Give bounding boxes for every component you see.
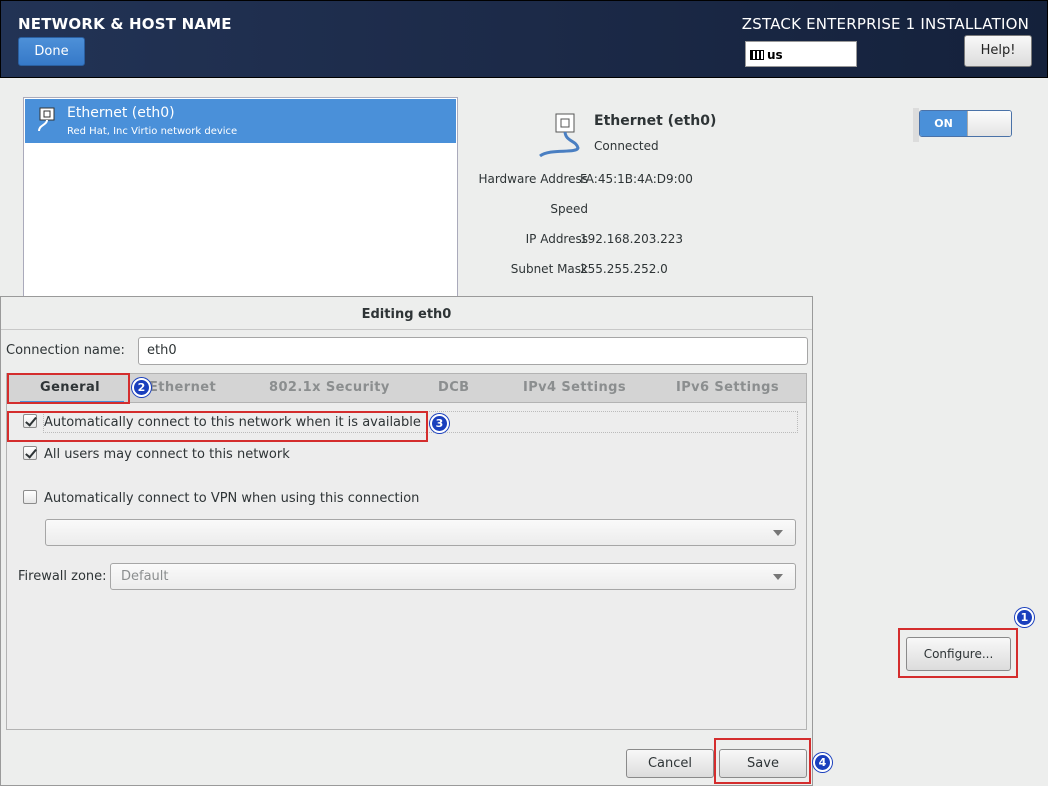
ethernet-icon (539, 113, 580, 158)
highlight-box-save (714, 738, 811, 784)
highlight-box-configure (898, 628, 1018, 678)
header-bar: NETWORK & HOST NAME Done ZSTACK ENTERPRI… (0, 0, 1048, 78)
tab-8021x-security[interactable]: 802.1x Security (269, 380, 390, 395)
step-badge-2: 2 (132, 378, 151, 397)
ip-address-label: IP Address (525, 232, 588, 246)
dialog-title: Editing eth0 (361, 307, 452, 322)
vpn-select[interactable] (45, 519, 796, 546)
device-description: Red Hat, Inc Virtio network device (67, 126, 238, 137)
product-title: ZSTACK ENTERPRISE 1 INSTALLATION (741, 15, 1029, 33)
cancel-button[interactable]: Cancel (626, 749, 714, 778)
firewall-zone-label: Firewall zone: (18, 569, 107, 584)
hardware-address-value: FA:45:1B:4A:D9:00 (580, 172, 693, 186)
toggle-on-label: ON (920, 111, 967, 136)
ethernet-icon (38, 107, 55, 132)
device-list: Ethernet (eth0) Red Hat, Inc Virtio netw… (23, 97, 458, 317)
device-name: Ethernet (eth0) (67, 105, 175, 121)
speed-label: Speed (550, 202, 588, 216)
connection-name-input[interactable]: eth0 (138, 337, 808, 365)
edit-connection-dialog: Editing eth0 Connection name: eth0 Gener… (0, 296, 813, 786)
dialog-title-divider (1, 329, 812, 330)
chevron-down-icon (773, 574, 783, 580)
keyboard-layout-indicator[interactable]: us (745, 41, 857, 67)
firewall-zone-select[interactable]: Default (110, 563, 796, 590)
highlight-box-auto-connect (7, 411, 428, 442)
checkbox-unchecked-icon (23, 490, 37, 504)
highlight-box-general-tab (7, 373, 130, 404)
firewall-zone-value: Default (121, 569, 169, 584)
keyboard-icon (750, 50, 764, 60)
device-list-item[interactable]: Ethernet (eth0) Red Hat, Inc Virtio netw… (25, 99, 456, 143)
all-users-label: All users may connect to this network (44, 447, 290, 462)
step-badge-3: 3 (430, 414, 449, 433)
connection-status: Connected (594, 139, 659, 153)
tab-ipv4-settings[interactable]: IPv4 Settings (523, 380, 626, 395)
help-button[interactable]: Help! (964, 35, 1032, 67)
step-badge-1: 1 (1015, 608, 1034, 627)
tab-ipv6-settings[interactable]: IPv6 Settings (676, 380, 779, 395)
ip-address-value: 192.168.203.223 (580, 232, 684, 246)
toggle-knob (967, 111, 1011, 136)
vpn-auto-connect-label: Automatically connect to VPN when using … (44, 491, 420, 506)
all-users-checkbox[interactable]: All users may connect to this network (23, 446, 290, 462)
keyboard-layout-label: us (767, 48, 783, 62)
device-detail-name: Ethernet (eth0) (594, 113, 717, 129)
subnet-mask-value: 255.255.252.0 (580, 262, 668, 276)
done-button[interactable]: Done (18, 37, 85, 66)
hardware-address-label: Hardware Address (478, 172, 588, 186)
checkbox-checked-icon (23, 446, 37, 460)
connection-toggle[interactable]: ON (919, 110, 1012, 137)
general-tab-panel: Automatically connect to this network wh… (6, 403, 807, 730)
tab-ethernet[interactable]: Ethernet (149, 380, 216, 395)
tab-dcb[interactable]: DCB (438, 380, 469, 395)
page-title: NETWORK & HOST NAME (18, 15, 232, 33)
chevron-down-icon (773, 530, 783, 536)
subnet-mask-label: Subnet Mask (510, 262, 588, 276)
step-badge-4: 4 (813, 753, 832, 772)
vpn-auto-connect-checkbox[interactable]: Automatically connect to VPN when using … (23, 490, 419, 506)
connection-name-label: Connection name: (6, 343, 125, 358)
